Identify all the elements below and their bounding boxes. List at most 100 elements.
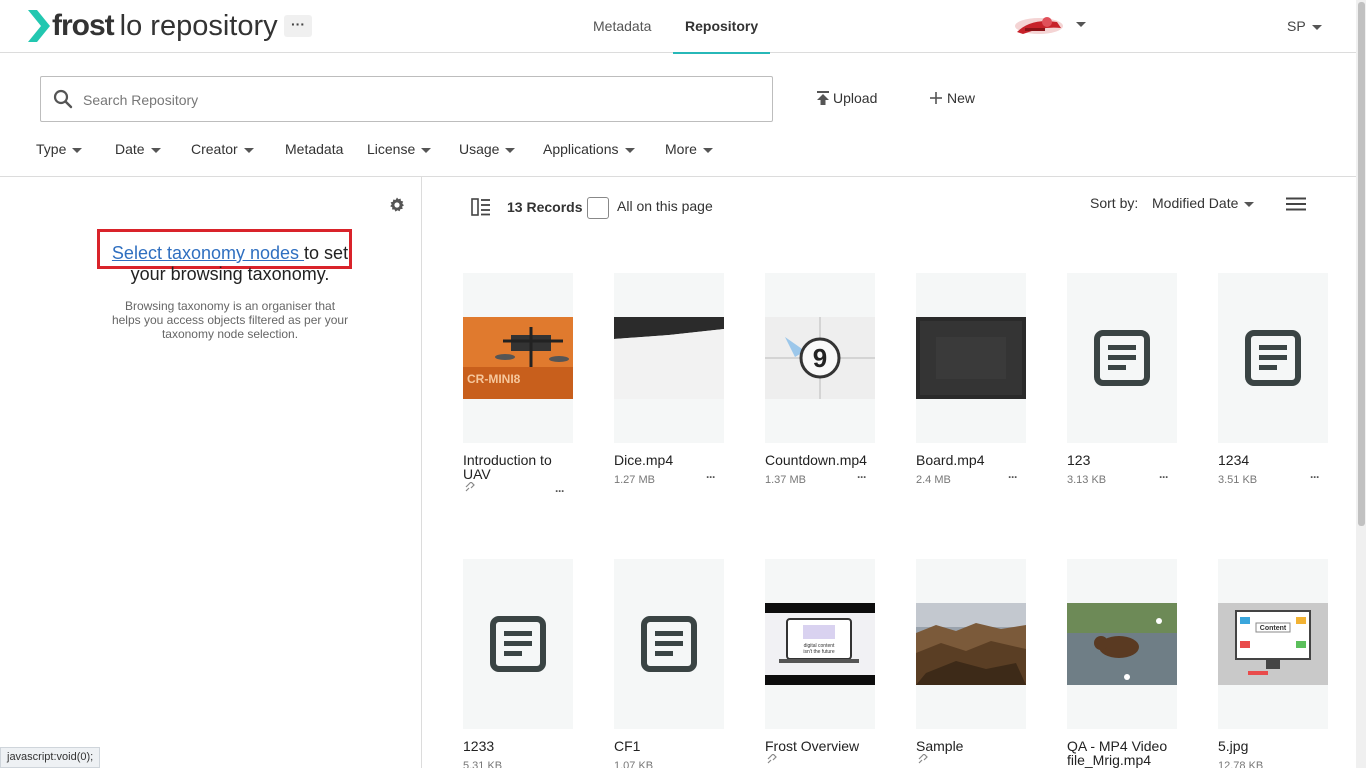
select-all-label[interactable]: All on this page xyxy=(617,198,713,214)
asset-size: 5.31 KB xyxy=(463,760,503,768)
filter-license[interactable]: License xyxy=(367,141,432,157)
chevron-down-icon xyxy=(421,147,432,153)
filter-date-label: Date xyxy=(115,141,145,157)
asset-name[interactable]: Frost Overview xyxy=(765,739,877,753)
asset-thumbnail[interactable]: digital content isn't the future xyxy=(765,559,875,729)
filter-applications[interactable]: Applications xyxy=(543,141,635,157)
asset-thumbnail[interactable]: Content xyxy=(1218,559,1328,729)
taxonomy-description: Browsing taxonomy is an organiser that h… xyxy=(111,299,349,341)
svg-text:isn't the future: isn't the future xyxy=(803,649,834,655)
document-icon xyxy=(490,616,546,672)
asset-thumbnail[interactable] xyxy=(614,559,724,729)
upload-button[interactable]: Upload xyxy=(816,90,877,106)
filter-more-label: More xyxy=(665,141,697,157)
asset-thumbnail[interactable] xyxy=(1067,273,1177,443)
asset-name[interactable]: CF1 xyxy=(614,739,726,753)
asset-name[interactable]: 1233 xyxy=(463,739,575,753)
link-icon xyxy=(767,754,777,764)
asset-more-button[interactable]: ··· xyxy=(1310,470,1320,484)
logo-frost-text: frost xyxy=(52,9,115,42)
asset-thumbnail[interactable] xyxy=(1067,559,1177,729)
asset-more-button[interactable]: ··· xyxy=(555,484,565,498)
filter-date[interactable]: Date xyxy=(115,141,161,157)
user-caret-icon xyxy=(1311,24,1322,30)
asset-thumbnail[interactable] xyxy=(916,559,1026,729)
asset-name[interactable]: 5.jpg xyxy=(1218,739,1330,753)
app-logo[interactable]: frost lo repository xyxy=(28,6,278,46)
filter-metadata-label: Metadata xyxy=(285,141,344,157)
board-thumbnail-image xyxy=(916,317,1026,399)
filter-type-label: Type xyxy=(36,141,67,157)
link-icon xyxy=(918,754,928,764)
chevron-down-icon xyxy=(1244,201,1255,207)
chevron-down-icon xyxy=(72,147,83,153)
organisation-logo-icon[interactable] xyxy=(1013,14,1065,36)
svg-text:9: 9 xyxy=(813,343,827,373)
chevron-down-icon xyxy=(702,147,713,153)
asset-size: 1.07 KB xyxy=(614,760,654,768)
new-button[interactable]: New xyxy=(930,90,975,106)
tab-metadata[interactable]: Metadata xyxy=(593,0,651,53)
select-taxonomy-link[interactable]: Select taxonomy nodes xyxy=(112,243,304,263)
asset-thumbnail[interactable] xyxy=(463,559,573,729)
document-icon xyxy=(1245,330,1301,386)
panel-toggle-icon[interactable] xyxy=(471,198,491,216)
asset-name[interactable]: Board.mp4 xyxy=(916,453,1028,467)
asset-size: 3.51 KB xyxy=(1218,474,1258,486)
gear-icon[interactable] xyxy=(389,197,405,213)
rocks-thumbnail-image xyxy=(916,603,1026,685)
list-view-icon[interactable] xyxy=(1286,197,1306,211)
select-all-checkbox[interactable] xyxy=(587,197,609,219)
asset-size: 2.4 MB xyxy=(916,474,951,486)
filter-license-label: License xyxy=(367,141,416,157)
filter-creator[interactable]: Creator xyxy=(191,141,254,157)
tab-repository[interactable]: Repository xyxy=(672,0,771,54)
taxonomy-prompt-line1: Select taxonomy nodes to set xyxy=(0,243,460,264)
sort-dropdown[interactable]: Modified Date xyxy=(1152,195,1255,211)
filter-type[interactable]: Type xyxy=(36,141,83,157)
overview-thumbnail-image: digital content isn't the future xyxy=(765,603,875,685)
plus-icon xyxy=(930,92,942,104)
asset-thumbnail[interactable] xyxy=(614,273,724,443)
svg-text:Content: Content xyxy=(1260,625,1287,632)
asset-more-button[interactable]: ··· xyxy=(857,470,867,484)
link-icon xyxy=(465,482,475,492)
asset-thumbnail[interactable]: 9 xyxy=(765,273,875,443)
new-label: New xyxy=(947,90,976,106)
search-icon[interactable] xyxy=(53,89,73,109)
browser-status-bar: javascript:void(0); xyxy=(0,747,101,768)
asset-name[interactable]: 1234 xyxy=(1218,453,1330,467)
chevron-down-icon xyxy=(150,147,161,153)
asset-name[interactable]: Introduction to UAV xyxy=(463,453,575,481)
dice-thumbnail-image xyxy=(614,317,724,399)
bear-thumbnail-image xyxy=(1067,603,1177,685)
asset-more-button[interactable]: ··· xyxy=(1008,470,1018,484)
filters-divider xyxy=(0,176,1356,177)
chevron-down-icon xyxy=(243,147,254,153)
asset-thumbnail[interactable] xyxy=(1218,273,1328,443)
filter-metadata[interactable]: Metadata xyxy=(285,141,343,157)
asset-name[interactable]: Sample xyxy=(916,739,1028,753)
asset-name[interactable]: 123 xyxy=(1067,453,1179,467)
asset-more-button[interactable]: ··· xyxy=(1159,470,1169,484)
taxonomy-prompt-suffix: to set xyxy=(304,243,349,263)
search-input[interactable] xyxy=(83,90,743,110)
asset-name[interactable]: Dice.mp4 xyxy=(614,453,726,467)
app-more-button[interactable]: ··· xyxy=(284,15,312,37)
asset-thumbnail[interactable] xyxy=(916,273,1026,443)
page-scrollbar-thumb[interactable] xyxy=(1358,2,1365,526)
asset-name[interactable]: QA - MP4 Video file_Mrig.mp4 xyxy=(1067,739,1179,767)
asset-size: 1.37 MB xyxy=(765,474,806,486)
frost-chevron-icon xyxy=(28,10,50,42)
org-dropdown-caret-icon[interactable] xyxy=(1076,22,1086,27)
filter-usage-label: Usage xyxy=(459,141,500,157)
filter-usage[interactable]: Usage xyxy=(459,141,516,157)
filter-more[interactable]: More xyxy=(665,141,713,157)
asset-more-button[interactable]: ··· xyxy=(706,470,716,484)
top-header: frost lo repository ··· Metadata Reposit… xyxy=(0,0,1356,54)
user-menu[interactable]: SP xyxy=(1287,18,1322,34)
upload-icon xyxy=(817,91,829,105)
asset-thumbnail[interactable]: CR-MINI8 xyxy=(463,273,573,443)
asset-name[interactable]: Countdown.mp4 xyxy=(765,453,877,467)
search-box[interactable] xyxy=(40,76,773,122)
